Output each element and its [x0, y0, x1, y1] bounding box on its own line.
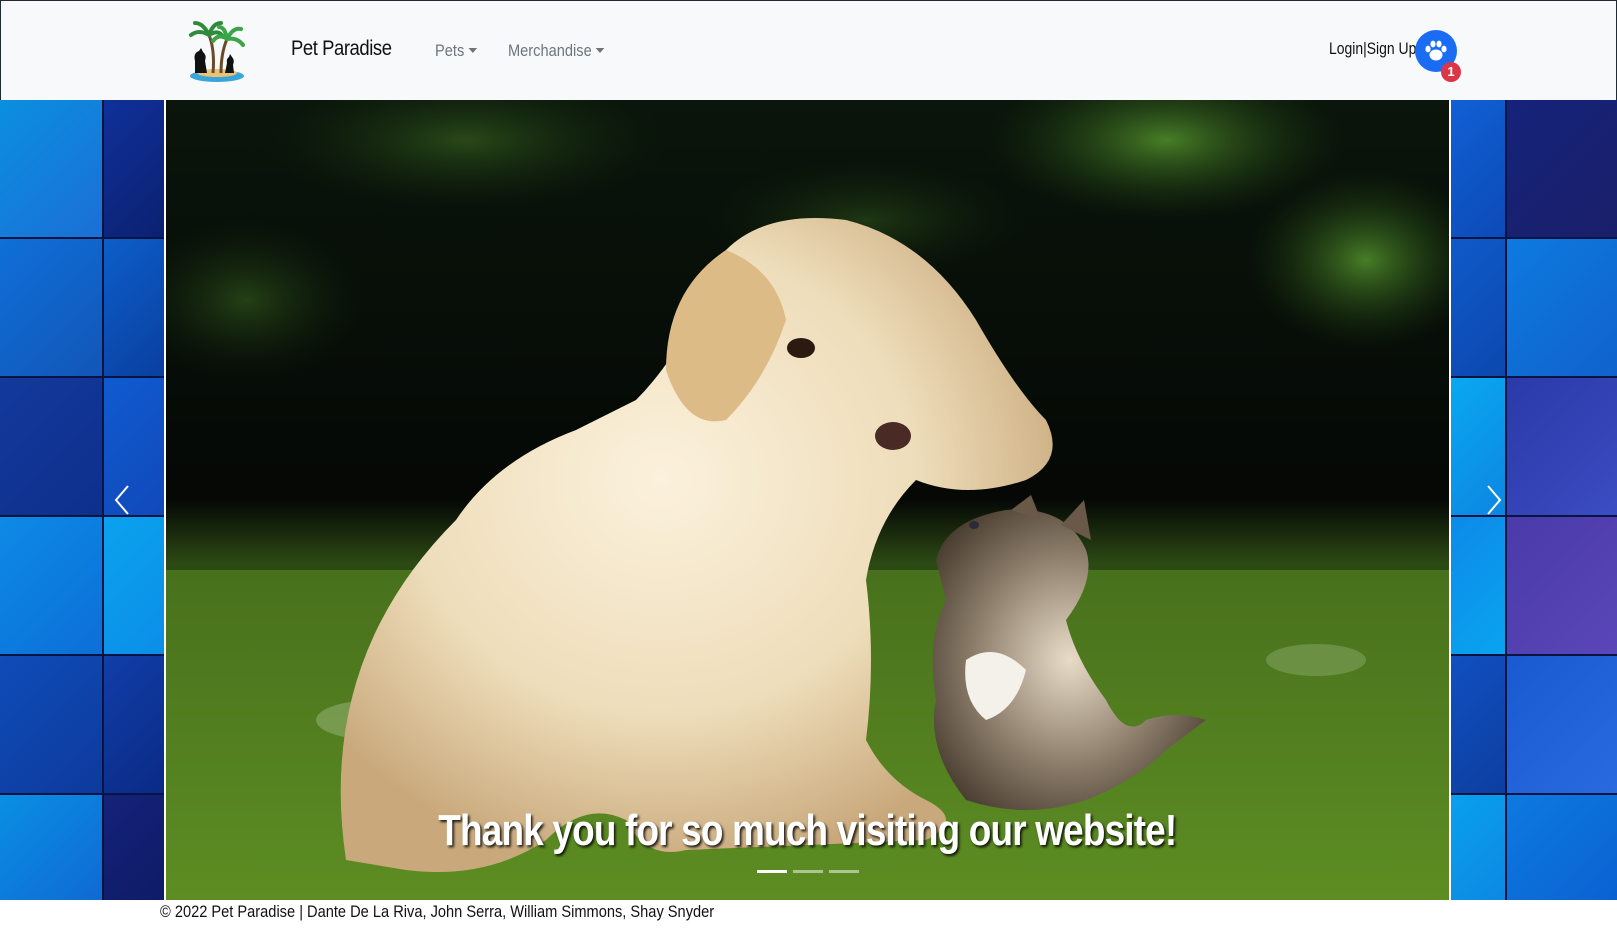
navbar: Pet Paradise Pets Merchandise Login|Sign… [0, 0, 1617, 100]
tile [0, 378, 102, 515]
hero-carousel: Thank you for so much visiting our websi… [166, 100, 1449, 900]
merchandise-dropdown[interactable]: Merchandise [508, 41, 605, 61]
chevron-right-icon [1487, 485, 1502, 515]
cart-badge: 1 [1441, 62, 1461, 82]
tile [0, 517, 102, 654]
tile [0, 795, 102, 900]
carousel-indicators [166, 870, 1449, 873]
pet-paradise-logo[interactable] [185, 15, 247, 85]
pets-dropdown-label: Pets [435, 41, 465, 60]
caret-down-icon [596, 48, 605, 53]
pets-dropdown[interactable]: Pets [435, 41, 478, 61]
merchandise-dropdown-label: Merchandise [508, 41, 592, 60]
chevron-left-icon [114, 485, 129, 515]
carousel-indicator-1[interactable] [756, 870, 787, 873]
tile [0, 239, 102, 376]
carousel-next-button[interactable] [1464, 100, 1524, 900]
carousel-indicator-2[interactable] [792, 870, 823, 873]
carousel-prev-button[interactable] [92, 100, 152, 900]
login-link[interactable]: Login [1329, 39, 1363, 58]
carousel-caption: Thank you for so much visiting our websi… [166, 806, 1449, 856]
carousel-indicator-3[interactable] [828, 870, 859, 873]
signup-link[interactable]: Sign Up [1367, 39, 1417, 58]
tile [0, 656, 102, 793]
auth-links: Login|Sign Up [1329, 39, 1416, 59]
footer-copyright: © 2022 Pet Paradise | Dante De La Riva, … [160, 902, 715, 921]
tile [0, 100, 102, 237]
brand-link[interactable]: Pet Paradise [291, 37, 392, 61]
carousel-caption-text: Thank you for so much visiting our websi… [438, 806, 1177, 855]
carousel-slide-image [166, 100, 1449, 900]
caret-down-icon [468, 48, 478, 53]
